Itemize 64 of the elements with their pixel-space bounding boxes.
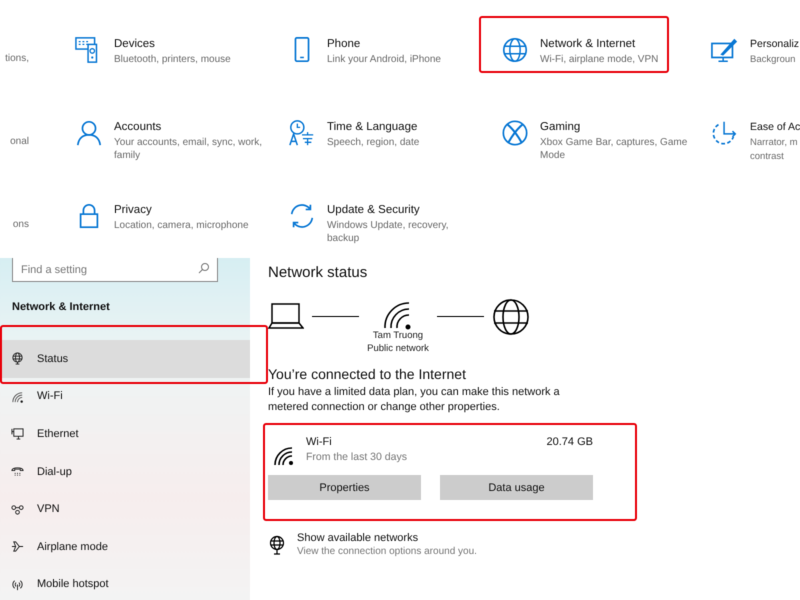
- page-title: Network status: [268, 264, 368, 281]
- clock-glyph-icon: [288, 119, 316, 147]
- phone-icon: [11, 465, 24, 478]
- section-heading: Network & Internet: [12, 301, 111, 313]
- vpn-icon: [11, 502, 24, 516]
- tile-description: contrast: [750, 150, 785, 163]
- nav-item[interactable]: VPN: [0, 490, 250, 528]
- card-button[interactable]: Properties: [268, 475, 421, 500]
- nav-item[interactable]: Dial-up: [0, 452, 250, 490]
- nav-item[interactable]: Wi-Fi: [0, 378, 250, 416]
- hotspot-icon: [11, 578, 24, 591]
- tile-description: ons: [12, 218, 29, 231]
- data-amount: 20.74 GB: [546, 436, 593, 448]
- wifi-icon: [11, 390, 24, 403]
- status-text: If you have a limited data plan, you can make this network a metered connection or change other properties.: [268, 385, 561, 415]
- globe-icon: [492, 298, 530, 336]
- tile-description: Wi-Fi, airplane mode, VPN: [540, 53, 658, 66]
- tile-title[interactable]: Network & Internet: [540, 37, 658, 52]
- tile-description: Bluetooth, printers, mouse: [114, 53, 231, 66]
- nav-item[interactable]: Mobile hotspot: [0, 566, 250, 600]
- tile-description: Xbox Game Bar, captures, Game Mode: [540, 136, 688, 162]
- tile-title[interactable]: Gaming: [540, 120, 690, 135]
- connection-name: Wi-Fi: [306, 436, 333, 448]
- status-heading: You’re connected to the Internet: [268, 366, 467, 382]
- sync-icon: [288, 202, 316, 230]
- airplane-icon: [11, 540, 24, 554]
- tile-description: Windows Update, recovery, backup: [327, 219, 450, 245]
- tile-title[interactable]: Accounts: [114, 120, 264, 135]
- network-type: Public network: [367, 342, 429, 355]
- clock-arrow-icon: [711, 119, 739, 147]
- nav-item[interactable]: Airplane mode: [0, 528, 250, 566]
- tile-description: Link your Android, iPhone: [327, 53, 441, 66]
- xbox-icon: [501, 119, 529, 147]
- usage-period: From the last 30 days: [306, 451, 408, 463]
- tile-description: Speech, region, date: [327, 136, 420, 149]
- tile-title[interactable]: Phone: [327, 37, 441, 52]
- monitor-icon: [11, 427, 24, 440]
- nav-item[interactable]: Ethernet: [0, 415, 250, 453]
- globe-icon: [501, 36, 529, 64]
- search-field[interactable]: Find a setting: [12, 258, 218, 282]
- wifi-icon: [274, 446, 296, 466]
- monitor-brush-icon: [711, 36, 739, 64]
- show-networks-description: View the connection options around you.: [297, 546, 477, 557]
- tile-description: Backgroun: [750, 53, 796, 66]
- laptop-icon: [268, 303, 304, 329]
- tile-description: tions,: [5, 52, 29, 65]
- tile-title[interactable]: Devices: [114, 37, 231, 52]
- globe-icon: [11, 352, 24, 366]
- person-icon: [75, 119, 103, 147]
- tile-title[interactable]: Privacy: [114, 203, 249, 218]
- tile-title[interactable]: Update & Security: [327, 203, 477, 218]
- tile-title[interactable]: Personaliz: [750, 37, 800, 52]
- network-name: Tam Truong: [372, 330, 424, 342]
- wifi-icon: [383, 300, 413, 330]
- tile-title[interactable]: Time & Language: [327, 120, 420, 135]
- tile-description: Your accounts, email, sync, work, family: [114, 136, 264, 162]
- nav-item[interactable]: Status: [0, 340, 250, 378]
- tile-description: Narrator, m: [750, 136, 799, 149]
- tile-description: onal: [10, 135, 29, 148]
- search-icon: [198, 262, 210, 274]
- tile-title[interactable]: Ease of Ac: [750, 120, 800, 135]
- tile-description: Location, camera, microphone: [114, 219, 249, 232]
- show-networks-link[interactable]: Show available networks: [297, 532, 477, 544]
- card-button[interactable]: Data usage: [440, 475, 593, 500]
